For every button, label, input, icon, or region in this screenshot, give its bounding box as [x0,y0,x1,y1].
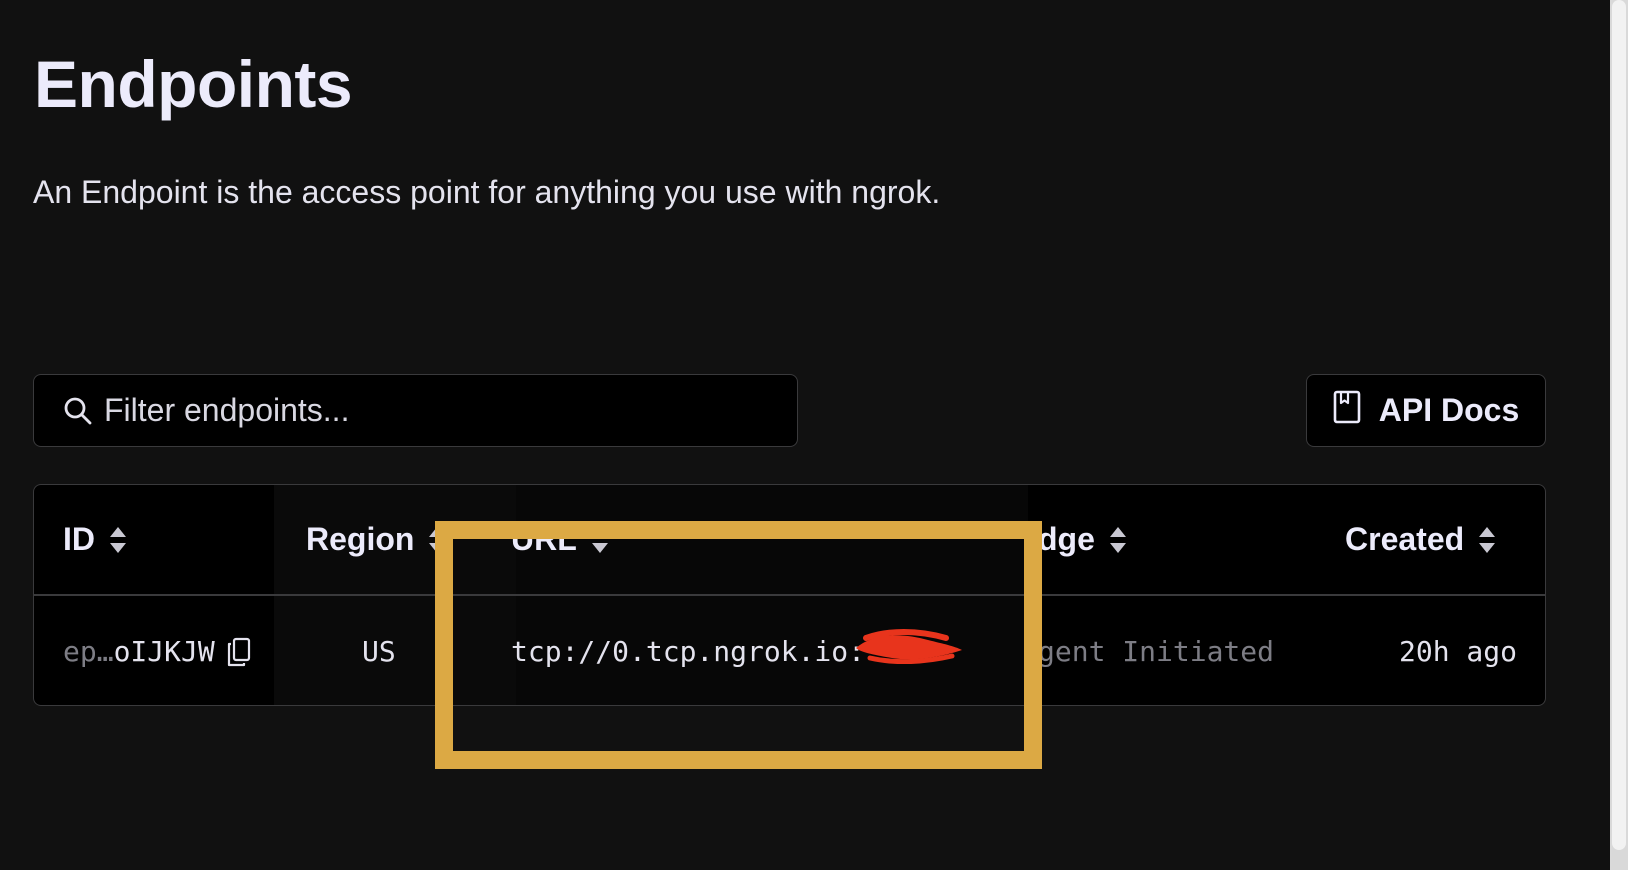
cell-edge: gent Initiated [1038,635,1275,668]
search-input[interactable] [98,375,797,446]
scrollbar-thumb[interactable] [1612,0,1626,850]
page-subtitle: An Endpoint is the access point for anyt… [33,174,941,210]
sort-icon[interactable] [1109,525,1127,555]
column-header-url[interactable]: URL [511,485,609,594]
sort-icon[interactable] [109,525,127,555]
search-box[interactable] [33,374,798,447]
sort-icon[interactable] [428,525,446,555]
cell-id: ep… oIJKJW [63,596,251,705]
copy-icon[interactable] [227,637,251,667]
column-header-edge[interactable]: dge [1038,485,1127,594]
page-title: Endpoints [34,47,353,121]
redaction-scribble [856,629,962,664]
sort-icon[interactable] [591,525,609,555]
endpoints-table: ID Region URL dge Created ep… oIJKJW US … [33,484,1546,706]
cell-url[interactable]: tcp://0.tcp.ngrok.io: [511,596,865,705]
column-header-id[interactable]: ID [63,485,127,594]
cell-created: 20h ago [1399,635,1518,668]
sort-icon[interactable] [1478,525,1496,555]
table-row[interactable]: ep… oIJKJW US tcp://0.tcp.ngrok.io: gent … [34,596,1545,705]
column-header-region[interactable]: Region [306,485,446,594]
search-icon [58,391,98,431]
api-docs-label: API Docs [1378,392,1520,428]
id-suffix: oIJKJW [113,635,215,668]
table-header-row: ID Region URL dge Created [34,485,1545,594]
book-icon [1333,390,1361,432]
endpoints-page: Endpoints An Endpoint is the access poin… [0,0,1628,870]
cell-region: US [362,635,396,668]
column-header-created[interactable]: Created [1345,485,1496,594]
api-docs-button[interactable]: API Docs [1306,374,1546,447]
id-prefix: ep… [63,635,114,668]
